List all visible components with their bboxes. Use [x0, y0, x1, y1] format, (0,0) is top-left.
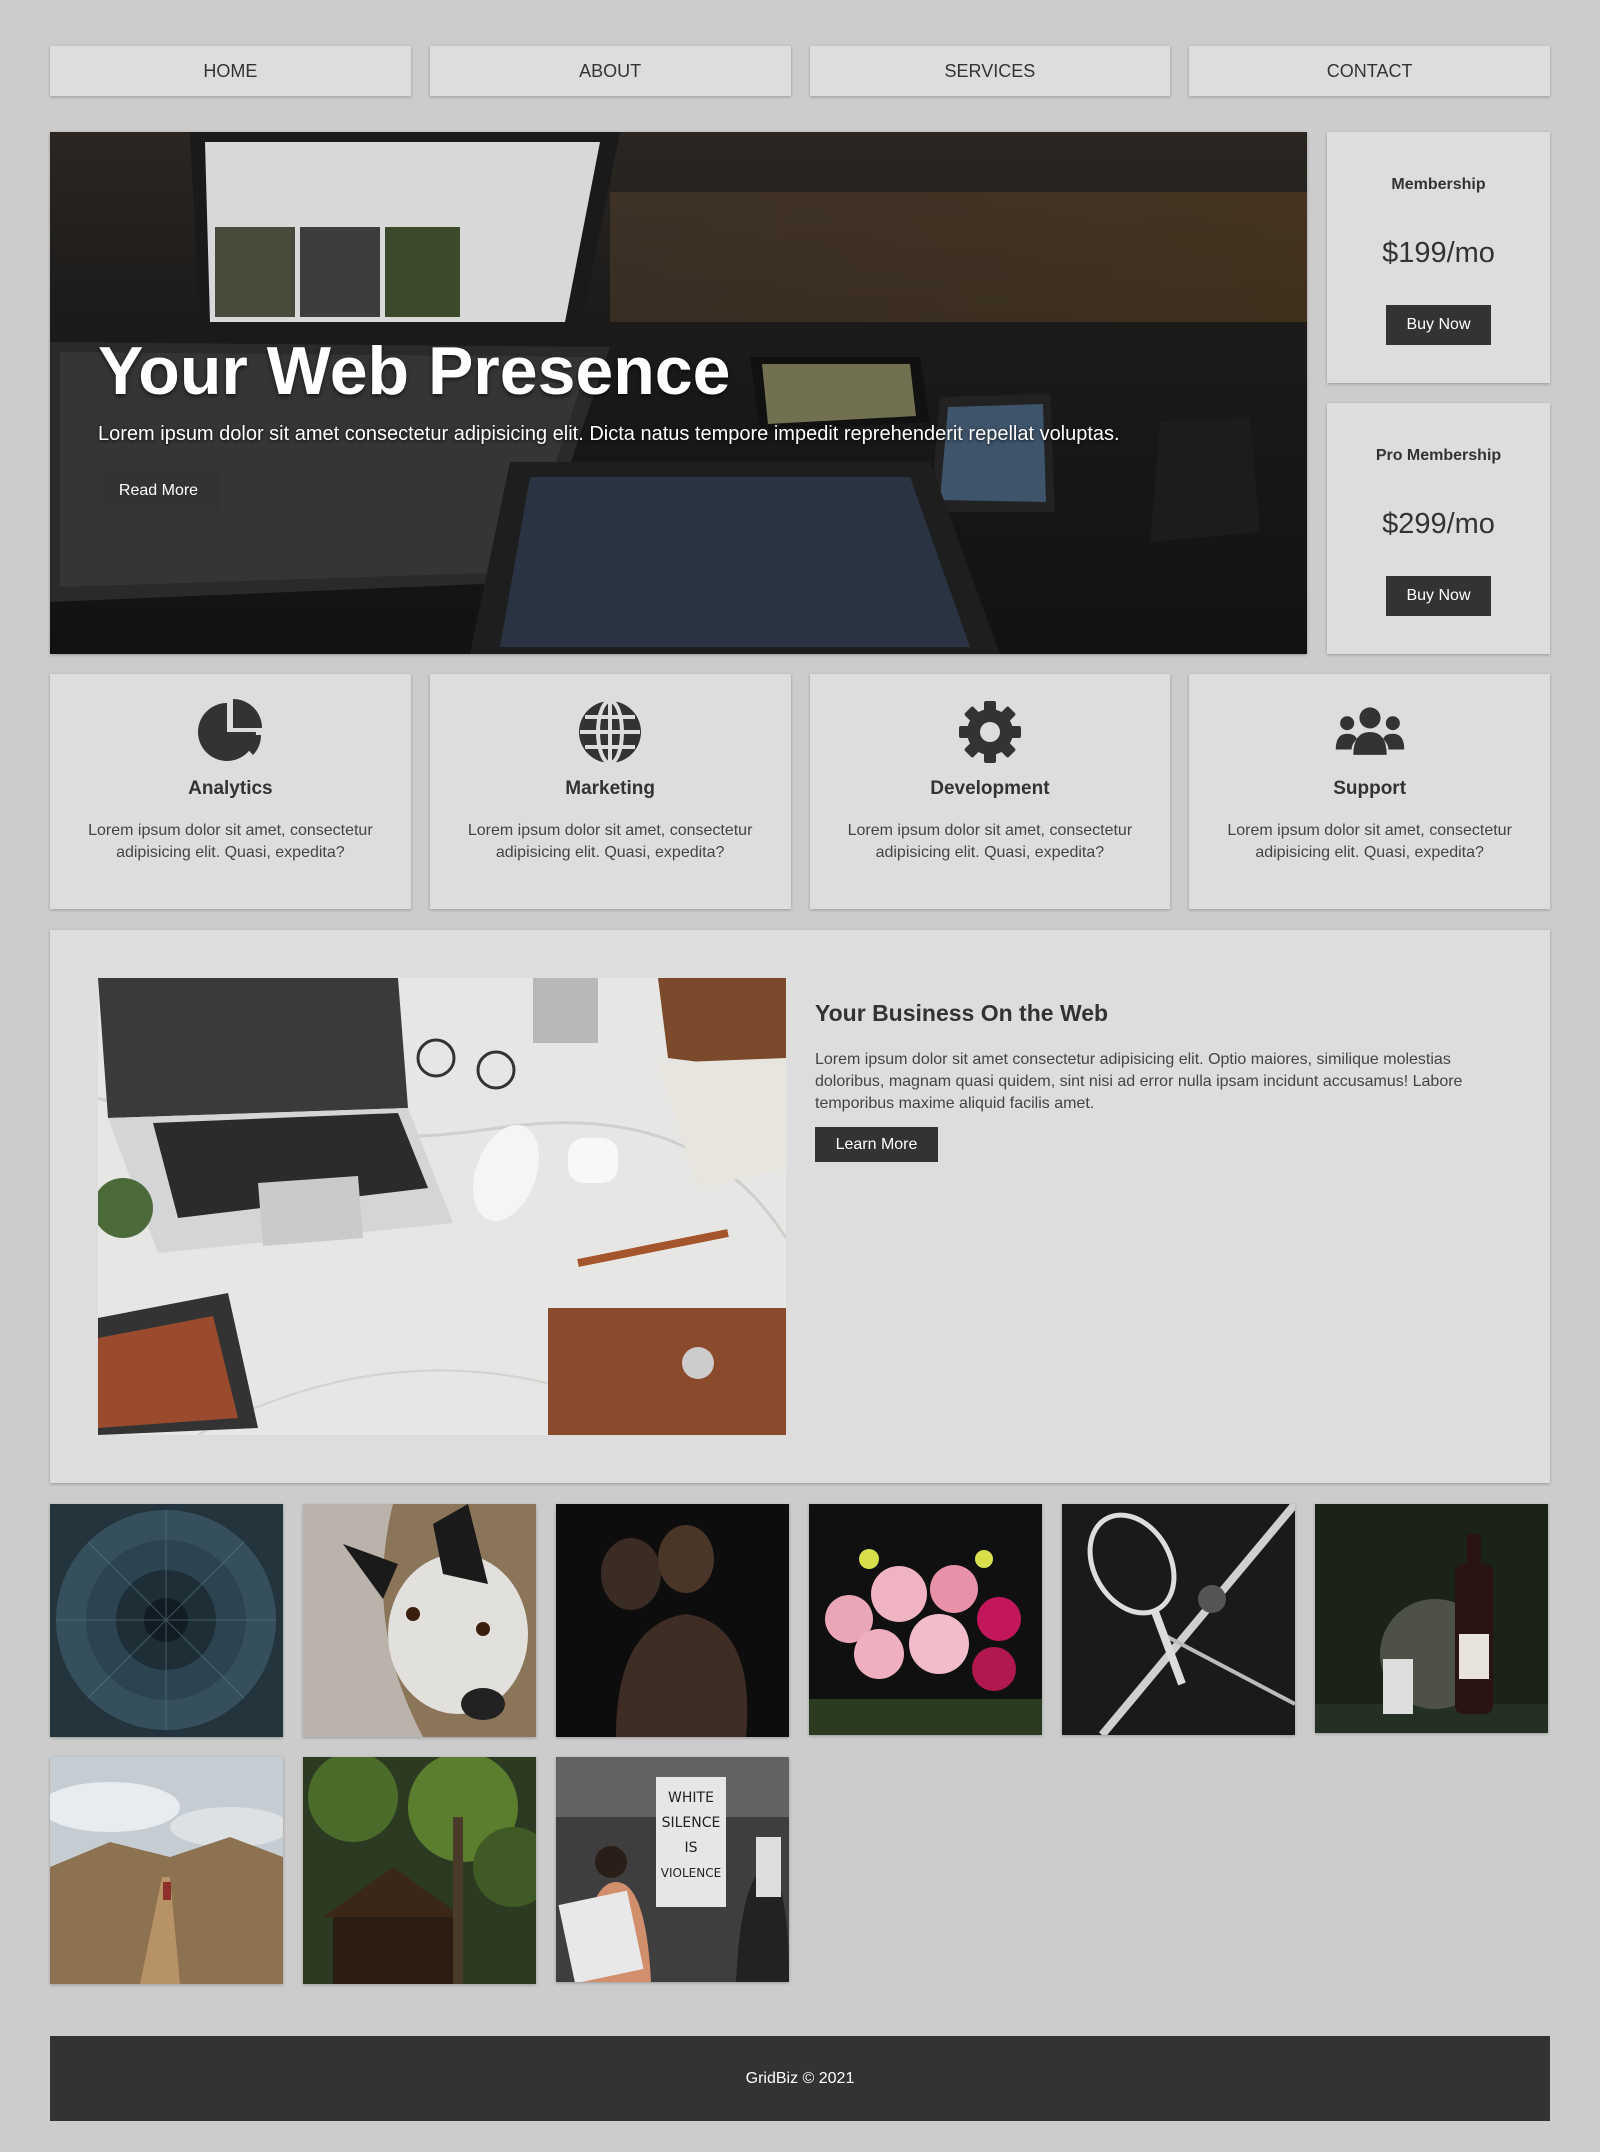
nav-item-contact[interactable]: CONTACT: [1189, 46, 1550, 96]
service-text: Lorem ipsum dolor sit amet, consectetur …: [847, 822, 1133, 861]
pricing-title: Pro Membership: [1375, 447, 1502, 464]
nav-item-home[interactable]: HOME: [50, 46, 411, 96]
services-row: Analytics Lorem ipsum dolor sit amet, co…: [50, 674, 1550, 909]
gallery-image-flowers[interactable]: [809, 1504, 1042, 1735]
feature-title: Your Business On the Web: [815, 1000, 1109, 1026]
hero-content: Your Web Presence Lorem ipsum dolor sit …: [98, 337, 1120, 511]
globe-icon: [574, 696, 646, 768]
feature-section: Your Business On the Web Lorem ipsum dol…: [50, 930, 1550, 1483]
service-card-marketing: Marketing Lorem ipsum dolor sit amet, co…: [429, 674, 791, 909]
protest-sign-text: WHITE: [668, 1790, 714, 1806]
gallery-image-protest[interactable]: WHITE SILENCE IS VIOLENCE: [556, 1757, 789, 1982]
service-title: Development: [930, 778, 1050, 799]
service-text: Lorem ipsum dolor sit amet, consectetur …: [1227, 822, 1512, 861]
cog-icon: [954, 696, 1026, 768]
users-icon: [1334, 696, 1406, 768]
service-card-development: Development Lorem ipsum dolor sit amet, …: [809, 674, 1171, 909]
buy-now-button[interactable]: Buy Now: [1386, 576, 1491, 616]
service-card-analytics: Analytics Lorem ipsum dolor sit amet, co…: [50, 674, 411, 909]
svg-text:VIOLENCE: VIOLENCE: [661, 1866, 721, 1880]
hero-title: Your Web Presence: [98, 333, 731, 409]
nav-item-services[interactable]: SERVICES: [809, 46, 1171, 96]
service-title: Marketing: [565, 778, 655, 799]
footer-copyright: GridBiz © 2021: [745, 2069, 855, 2087]
feature-content: Your Business On the Web Lorem ipsum dol…: [815, 1000, 1495, 1162]
service-text: Lorem ipsum dolor sit amet, consectetur …: [88, 822, 373, 861]
read-more-button[interactable]: Read More: [98, 471, 219, 511]
top-nav: HOME ABOUT SERVICES CONTACT: [50, 46, 1550, 96]
feature-text: Lorem ipsum dolor sit amet consectetur a…: [815, 1051, 1463, 1112]
gallery-image-forest-cabin[interactable]: [303, 1757, 536, 1984]
pricing-price: $199/mo: [1382, 237, 1495, 269]
gallery-image-hiker-path[interactable]: [50, 1757, 283, 1984]
learn-more-button[interactable]: Learn More: [815, 1127, 938, 1162]
pricing-card-pro-membership: Pro Membership $299/mo Buy Now: [1327, 403, 1550, 654]
service-text: Lorem ipsum dolor sit amet, consectetur …: [467, 822, 753, 861]
service-title: Support: [1333, 778, 1407, 799]
svg-text:IS: IS: [684, 1840, 697, 1856]
footer: GridBiz © 2021: [50, 2036, 1550, 2121]
chart-pie-icon: [194, 696, 266, 768]
service-card-support: Support Lorem ipsum dolor sit amet, cons…: [1189, 674, 1550, 909]
svg-text:SILENCE: SILENCE: [662, 1815, 721, 1831]
service-title: Analytics: [188, 778, 273, 799]
gallery-image-couple[interactable]: [556, 1504, 789, 1737]
gallery-image-dome[interactable]: [50, 1504, 283, 1737]
gallery-image-dog[interactable]: [303, 1504, 536, 1737]
hero-text: Lorem ipsum dolor sit amet consectetur a…: [98, 423, 1120, 445]
pricing-title: Membership: [1391, 176, 1486, 193]
gallery-image-wine-bottle[interactable]: [1315, 1504, 1548, 1733]
gallery-image-tennis-racket[interactable]: [1062, 1504, 1295, 1735]
buy-now-button[interactable]: Buy Now: [1386, 305, 1491, 345]
hero-section: Your Web Presence Lorem ipsum dolor sit …: [50, 132, 1307, 654]
pricing-price: $299/mo: [1382, 508, 1495, 540]
pricing-card-membership: Membership $199/mo Buy Now: [1327, 132, 1550, 383]
desk-workspace-image: [98, 978, 786, 1435]
nav-item-about[interactable]: ABOUT: [429, 46, 791, 96]
